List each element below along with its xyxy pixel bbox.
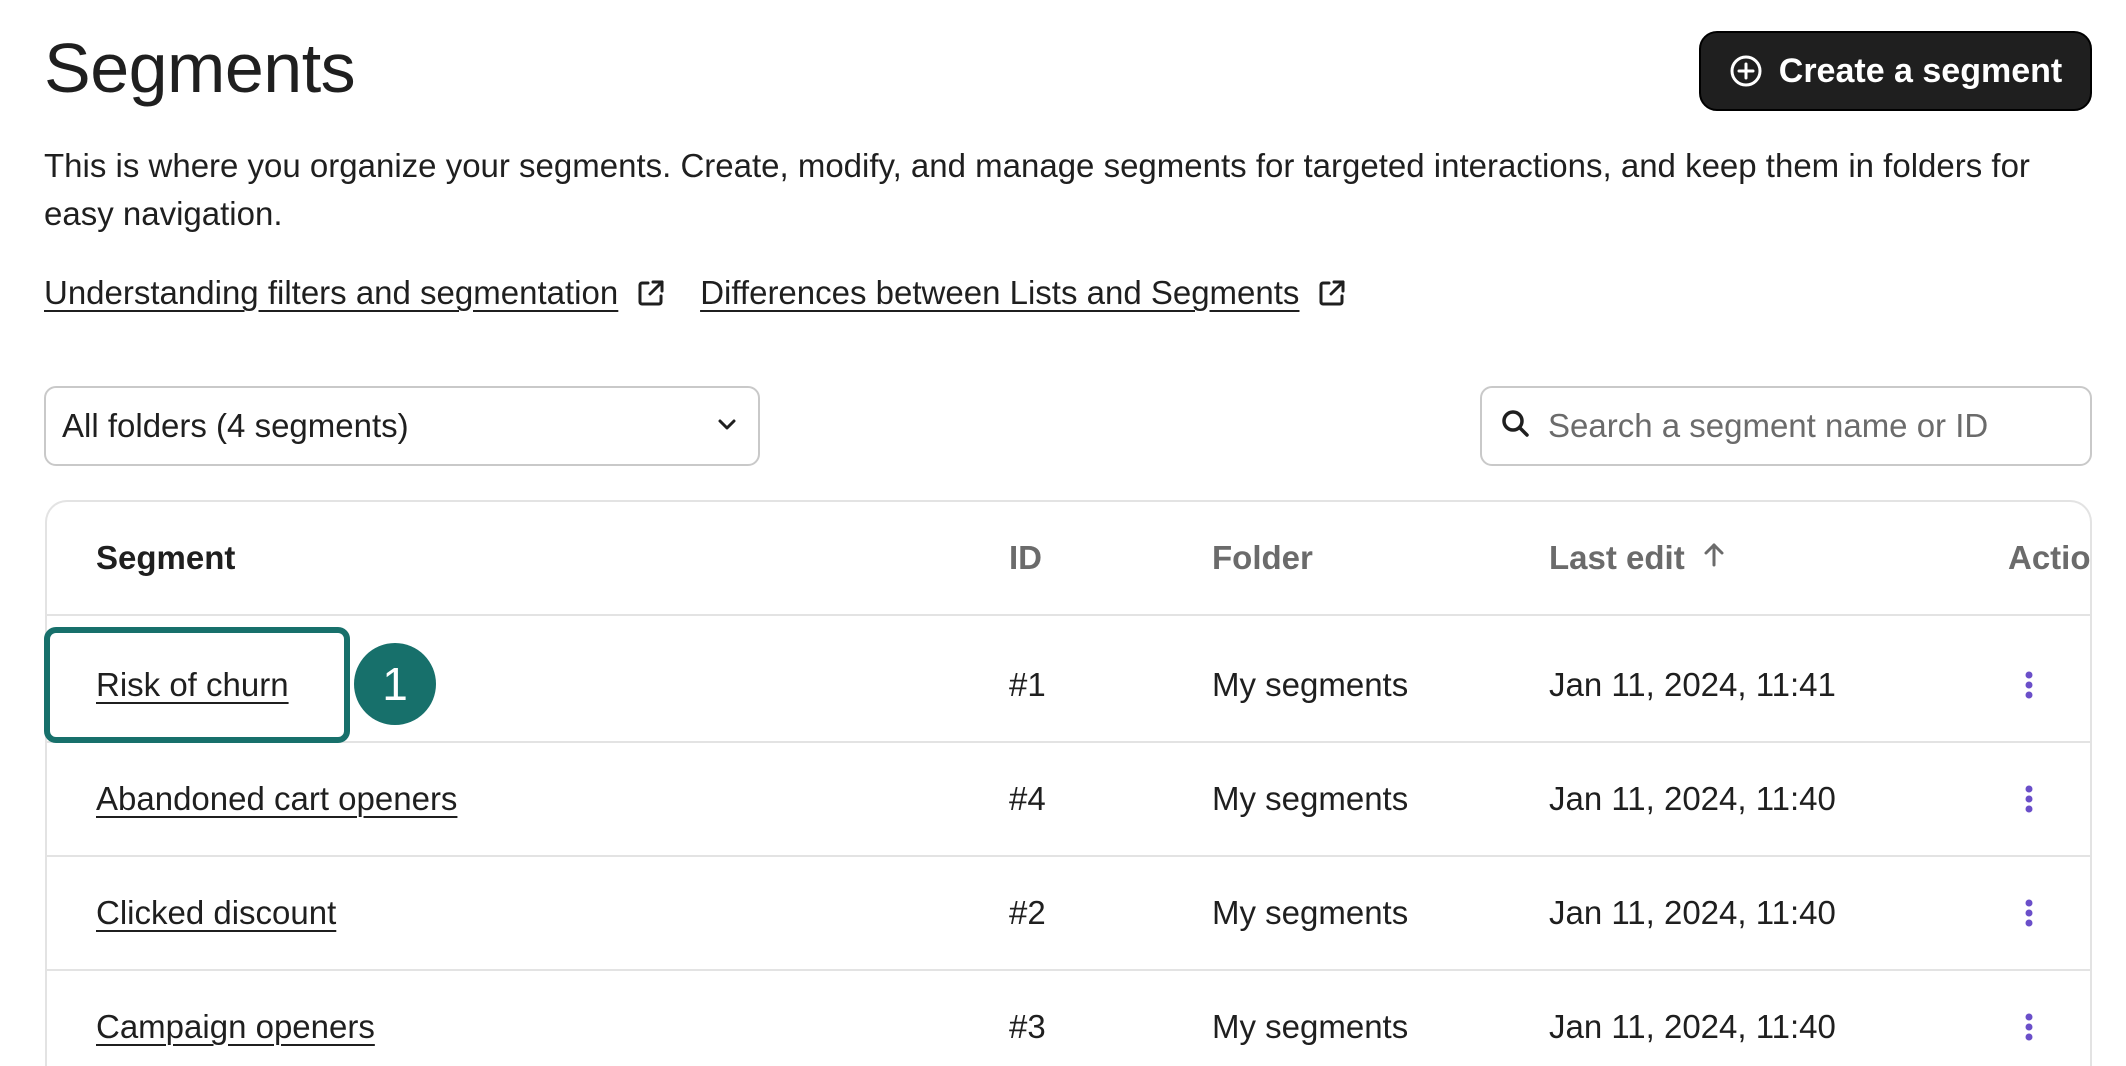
- folder-select-value: All folders (4 segments): [62, 407, 409, 444]
- segment-last-edit: Jan 11, 2024, 11:40: [1549, 780, 1836, 817]
- more-actions-icon[interactable]: [2014, 665, 2044, 705]
- segment-folder: My segments: [1212, 780, 1409, 817]
- plus-circle-icon: [1729, 54, 1763, 88]
- last-edit-label: Last edit: [1549, 539, 1685, 576]
- more-actions-icon[interactable]: [2014, 779, 2044, 819]
- segment-last-edit: Jan 11, 2024, 11:40: [1549, 894, 1836, 931]
- chevron-down-icon: [714, 407, 740, 445]
- search-input[interactable]: [1548, 407, 2068, 445]
- segment-last-edit: Jan 11, 2024, 11:41: [1549, 666, 1836, 703]
- segment-id: #1: [1009, 666, 1046, 703]
- segment-id: #4: [1009, 780, 1046, 817]
- folder-select[interactable]: All folders (4 segments): [44, 386, 760, 466]
- segment-link[interactable]: Risk of churn: [96, 666, 289, 704]
- page-description: This is where you organize your segments…: [44, 147, 2030, 232]
- segment-link[interactable]: Campaign openers: [96, 1008, 375, 1046]
- column-header-actions: Actio: [2008, 539, 2091, 576]
- table-row: Abandoned cart openers #4 My segments Ja…: [47, 743, 2090, 857]
- more-actions-icon[interactable]: [2014, 893, 2044, 933]
- segment-link[interactable]: Abandoned cart openers: [96, 780, 457, 818]
- table-header-row: Segment ID Folder Last edit Actio: [47, 502, 2091, 616]
- segment-folder: My segments: [1212, 666, 1409, 703]
- more-actions-icon[interactable]: [2014, 1007, 2044, 1047]
- search-box[interactable]: [1480, 386, 2092, 466]
- segments-table: Segment ID Folder Last edit Actio Risk o…: [45, 500, 2092, 1066]
- segment-link[interactable]: Clicked discount: [96, 894, 336, 932]
- segment-id: #2: [1009, 894, 1046, 931]
- segment-folder: My segments: [1212, 894, 1409, 931]
- column-header-folder[interactable]: Folder: [1212, 502, 1313, 614]
- link-lists-vs-segments[interactable]: Differences between Lists and Segments: [700, 274, 1347, 312]
- segment-folder: My segments: [1212, 1008, 1409, 1045]
- column-header-last-edit[interactable]: Last edit: [1549, 502, 1727, 614]
- arrow-up-icon: [1701, 539, 1727, 577]
- create-segment-label: Create a segment: [1778, 51, 2063, 90]
- search-icon: [1500, 408, 1532, 445]
- column-header-id[interactable]: ID: [1009, 502, 1042, 614]
- external-link-icon: [636, 278, 666, 308]
- annotation-step-badge: 1: [354, 643, 436, 725]
- segment-id: #3: [1009, 1008, 1046, 1045]
- external-link-icon: [1317, 278, 1347, 308]
- create-segment-button[interactable]: Create a segment: [1699, 31, 2092, 111]
- link-understanding-filters[interactable]: Understanding filters and segmentation: [44, 274, 666, 312]
- segment-last-edit: Jan 11, 2024, 11:40: [1549, 1008, 1836, 1045]
- help-links: Understanding filters and segmentation D…: [44, 274, 1381, 312]
- page-title: Segments: [44, 29, 356, 107]
- column-header-segment[interactable]: Segment: [96, 502, 235, 614]
- table-row: Clicked discount #2 My segments Jan 11, …: [47, 857, 2090, 971]
- table-row: Campaign openers #3 My segments Jan 11, …: [47, 971, 2090, 1066]
